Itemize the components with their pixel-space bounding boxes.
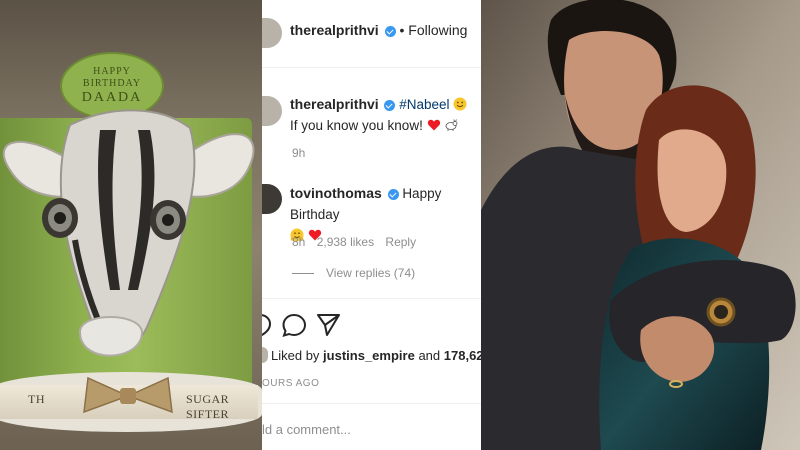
goat-face-illustration <box>2 109 255 357</box>
topper-line-happy: HAPPY <box>93 66 131 77</box>
comment-meta: 8h 2,938 likes Reply <box>292 235 424 249</box>
caption-avatar[interactable] <box>262 96 282 126</box>
post-time-ago: OURS AGO <box>262 378 320 389</box>
liked-by-user[interactable]: justins_empire <box>323 348 415 363</box>
comment-icon[interactable] <box>282 313 307 338</box>
replies-line <box>292 273 314 275</box>
couple-illustration <box>481 0 800 450</box>
share-icon[interactable] <box>317 314 340 336</box>
post-header: therealprithvi • Following <box>290 22 467 38</box>
caption-time: 9h <box>292 146 306 160</box>
cake-band-text-right: SUGAR SIFTER <box>186 392 230 421</box>
caption-username[interactable]: therealprithvi <box>290 96 379 112</box>
author-avatar[interactable] <box>262 18 282 48</box>
liked-by-prefix: Liked by <box>271 348 320 363</box>
header-divider <box>262 67 481 68</box>
liker-avatar <box>262 347 268 363</box>
author-username[interactable]: therealprithvi <box>290 22 379 38</box>
hashtag-link[interactable]: #Nabeel <box>399 97 449 112</box>
view-replies-link[interactable]: View replies (74) <box>292 266 415 280</box>
heart-emoji-icon <box>427 119 440 131</box>
caption: therealprithvi #Nabeel If you know you k… <box>290 94 478 136</box>
like-icon[interactable] <box>262 314 272 337</box>
verified-icon <box>384 99 396 111</box>
verified-icon <box>387 188 399 200</box>
footer-divider <box>262 403 481 404</box>
topper-line-birthday: BIRTHDAY <box>82 78 142 89</box>
goat-emoji-icon <box>445 119 458 131</box>
instagram-post-panel: therealprithvi • Following therealprithv… <box>262 0 481 450</box>
comments-divider <box>262 298 481 299</box>
smile-emoji-icon <box>453 97 467 111</box>
follow-separator: • <box>399 22 405 38</box>
reply-button[interactable]: Reply <box>385 235 416 249</box>
view-replies-label: View replies (74) <box>326 266 416 280</box>
couple-photo <box>481 0 800 450</box>
action-bar <box>262 313 340 338</box>
verified-icon <box>384 25 396 37</box>
commenter-avatar[interactable] <box>262 184 282 214</box>
burlap-bow <box>83 376 173 414</box>
caption-text: If you know you know! <box>290 118 423 133</box>
following-button[interactable]: Following <box>408 22 467 38</box>
add-comment-input[interactable]: ld a comment... <box>262 422 351 437</box>
goat-cake-photo: TH SUGAR SIFTER HAPPY BIRTHDAY DAADA <box>0 0 262 450</box>
cake-band-text-left: TH <box>28 392 45 406</box>
comment-username[interactable]: tovinothomas <box>290 185 382 201</box>
comment-time: 8h <box>292 235 306 249</box>
caption-meta: 9h <box>292 146 313 160</box>
liked-by-count[interactable]: 178,626 ot <box>444 348 481 363</box>
liked-by: Liked by justins_empire and 178,626 ot <box>262 347 481 363</box>
liked-by-and: and <box>418 348 441 363</box>
comment-likes[interactable]: 2,938 likes <box>317 235 374 249</box>
